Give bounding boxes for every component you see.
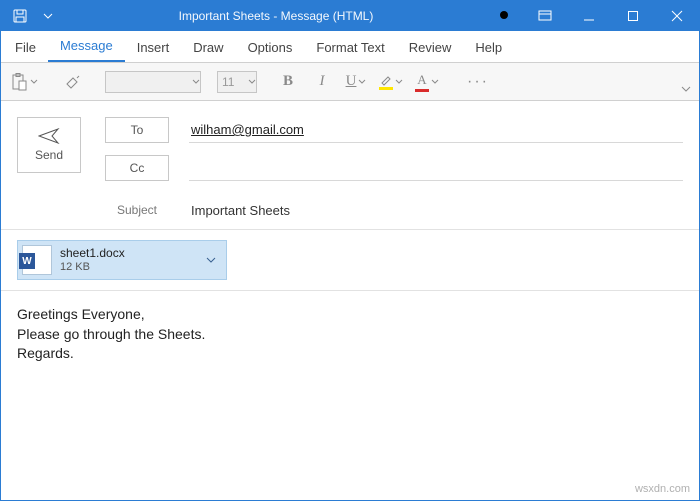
word-badge: W — [19, 253, 35, 269]
minimize-icon[interactable] — [567, 1, 611, 31]
format-painter-button[interactable] — [59, 67, 89, 97]
ribbon-commands: 11 B I U A ··· — [1, 63, 699, 101]
cc-button[interactable]: Cc — [105, 155, 169, 181]
subject-label: Subject — [105, 203, 169, 217]
paste-button[interactable] — [7, 67, 43, 97]
attachment-chip[interactable]: W sheet1.docx 12 KB — [17, 240, 227, 280]
font-color-button[interactable]: A — [411, 67, 443, 97]
attachment-size: 12 KB — [60, 261, 194, 274]
send-button[interactable]: Send — [17, 117, 81, 173]
tab-review[interactable]: Review — [397, 34, 464, 62]
more-commands-button[interactable]: ··· — [459, 67, 497, 97]
tab-help[interactable]: Help — [463, 34, 514, 62]
close-icon[interactable] — [655, 1, 699, 31]
subject-field[interactable]: Important Sheets — [189, 197, 683, 223]
to-button[interactable]: To — [105, 117, 169, 143]
message-body[interactable]: Greetings Everyone, Please go through th… — [1, 291, 699, 378]
italic-button[interactable]: I — [307, 67, 337, 97]
compose-header: Send To wilham@gmail.com Cc Subject Impo… — [1, 101, 699, 230]
tab-file[interactable]: File — [3, 34, 48, 62]
title-bar: Important Sheets - Message (HTML) — [1, 1, 699, 31]
font-family-select[interactable] — [105, 71, 201, 93]
tab-options[interactable]: Options — [236, 34, 305, 62]
watermark: wsxdn.com — [635, 483, 690, 495]
font-size-value: 11 — [222, 75, 248, 89]
attachment-name: sheet1.docx — [60, 246, 194, 260]
save-icon[interactable] — [7, 2, 33, 30]
ribbon-display-icon[interactable] — [523, 1, 567, 31]
cc-field[interactable] — [189, 155, 683, 181]
send-label: Send — [35, 148, 63, 162]
collapse-ribbon-icon[interactable] — [677, 80, 695, 98]
tab-message[interactable]: Message — [48, 32, 125, 62]
to-field[interactable]: wilham@gmail.com — [189, 117, 683, 143]
highlight-color-swatch — [379, 87, 393, 90]
tab-insert[interactable]: Insert — [125, 34, 182, 62]
underline-button[interactable]: U — [341, 67, 371, 97]
search-icon[interactable] — [491, 2, 519, 30]
font-color-swatch — [415, 89, 429, 92]
maximize-icon[interactable] — [611, 1, 655, 31]
font-size-select[interactable]: 11 — [217, 71, 257, 93]
ribbon-tabs: File Message Insert Draw Options Format … — [1, 31, 699, 63]
highlight-color-button[interactable] — [375, 67, 407, 97]
word-doc-icon: W — [22, 245, 52, 275]
window-title: Important Sheets - Message (HTML) — [61, 9, 491, 23]
attachments-row: W sheet1.docx 12 KB — [1, 230, 699, 291]
tab-format-text[interactable]: Format Text — [304, 34, 396, 62]
bold-button[interactable]: B — [273, 67, 303, 97]
attachment-menu-icon[interactable] — [202, 253, 220, 268]
qat-dropdown-icon[interactable] — [35, 2, 61, 30]
tab-draw[interactable]: Draw — [181, 34, 235, 62]
